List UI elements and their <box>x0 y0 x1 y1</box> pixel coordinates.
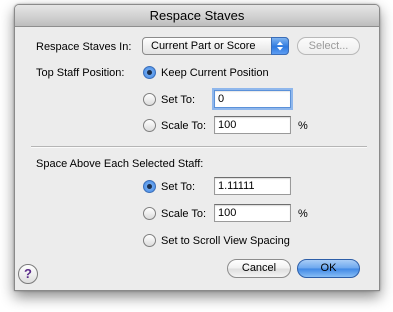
help-button[interactable]: ? <box>18 264 38 284</box>
ok-button[interactable]: OK <box>297 259 360 278</box>
respace-in-label: Respace Staves In: <box>36 41 132 53</box>
top-staff-percent-label: % <box>298 120 308 132</box>
space-above-scale-to-radio[interactable] <box>143 207 156 220</box>
top-staff-set-to-field[interactable]: 0 <box>214 90 291 108</box>
top-staff-set-to-radio[interactable] <box>143 93 156 106</box>
scroll-view-spacing-label: Set to Scroll View Spacing <box>161 235 290 247</box>
select-button[interactable]: Select... <box>297 37 360 55</box>
top-staff-scale-to-radio[interactable] <box>143 119 156 132</box>
popup-arrows-icon <box>271 37 289 55</box>
respace-staves-dialog: Respace Staves Respace Staves In: Curren… <box>14 4 380 291</box>
space-above-set-to-label: Set To: <box>161 181 196 193</box>
top-staff-label: Top Staff Position: <box>36 67 125 79</box>
top-staff-set-to-label: Set To: <box>161 94 196 106</box>
space-above-set-to-field[interactable]: 1.11111 <box>214 177 291 195</box>
scroll-view-spacing-radio[interactable] <box>143 234 156 247</box>
respace-in-value: Current Part or Score <box>151 40 256 52</box>
top-staff-scale-to-label: Scale To: <box>161 120 207 132</box>
space-above-set-to-radio[interactable] <box>143 180 156 193</box>
keep-current-position-label: Keep Current Position <box>161 67 269 79</box>
space-above-label: Space Above Each Selected Staff: <box>36 158 204 170</box>
cancel-button[interactable]: Cancel <box>227 259 291 278</box>
space-above-scale-to-field[interactable]: 100 <box>214 204 291 222</box>
top-staff-scale-to-field[interactable]: 100 <box>214 116 291 134</box>
keep-current-position-radio[interactable] <box>143 66 156 79</box>
space-above-scale-to-label: Scale To: <box>161 208 207 220</box>
dialog-title: Respace Staves <box>15 5 379 27</box>
section-divider <box>31 146 367 148</box>
respace-in-popup[interactable]: Current Part or Score <box>142 37 289 55</box>
space-above-percent-label: % <box>298 208 308 220</box>
